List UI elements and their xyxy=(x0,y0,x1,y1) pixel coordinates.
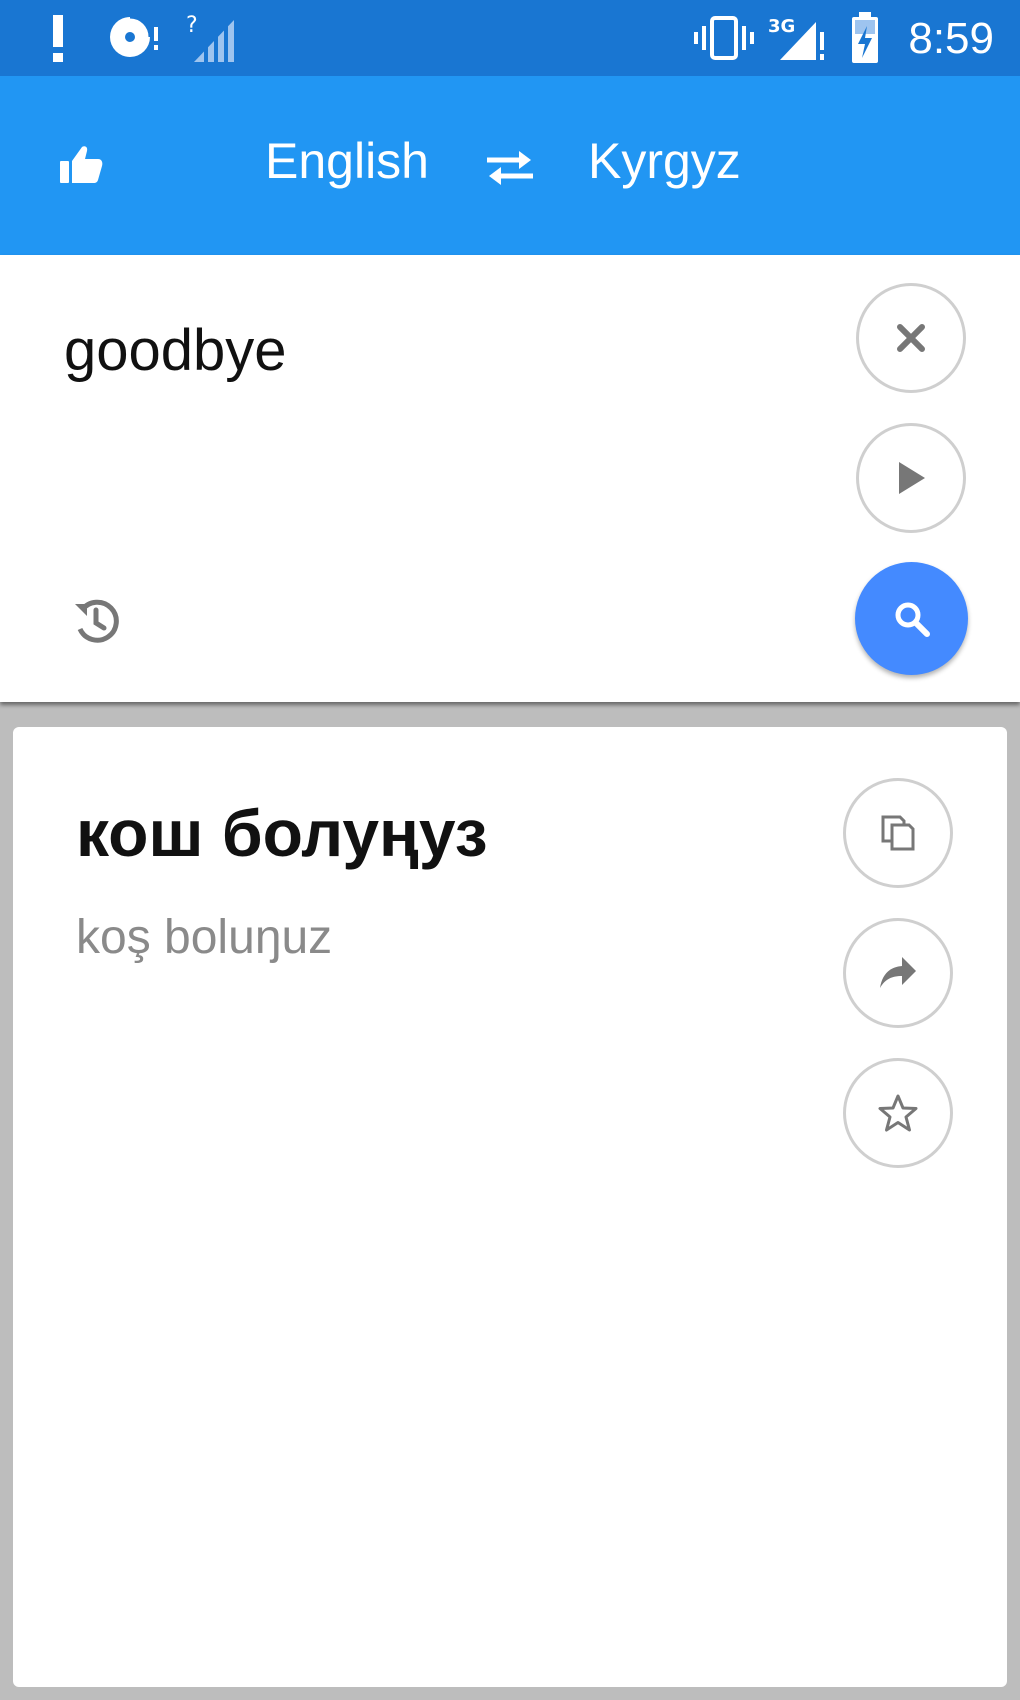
history-button[interactable] xyxy=(68,593,124,649)
swap-icon[interactable] xyxy=(478,136,542,200)
result-card: кош болуңуз koş boluŋuz xyxy=(13,727,1007,1687)
no-signal-icon: ? xyxy=(186,0,236,76)
favorite-button[interactable] xyxy=(843,1058,953,1168)
source-text-input[interactable]: goodbye xyxy=(64,317,287,384)
thumbs-up-icon[interactable] xyxy=(48,132,114,198)
star-icon xyxy=(878,1094,918,1132)
status-time: 8:59 xyxy=(908,14,994,63)
app-bar: English Kyrgyz xyxy=(0,76,1020,255)
signal-3g-icon: 3G xyxy=(768,0,828,76)
battery-charging-icon xyxy=(848,0,882,76)
target-language-button[interactable]: Kyrgyz xyxy=(588,76,741,255)
play-button[interactable] xyxy=(856,423,966,533)
clear-button[interactable] xyxy=(856,283,966,393)
input-panel: goodbye xyxy=(0,255,1020,702)
vibrate-icon xyxy=(692,0,756,76)
svg-text:?: ? xyxy=(186,13,198,38)
status-bar: ? 3G 8:59 xyxy=(0,0,1020,76)
history-icon xyxy=(75,599,119,643)
alert-icon xyxy=(40,0,76,76)
share-button[interactable] xyxy=(843,918,953,1028)
copy-icon xyxy=(881,815,915,851)
search-button[interactable] xyxy=(855,562,968,675)
share-icon xyxy=(880,957,916,988)
clear-icon xyxy=(897,324,925,352)
transliteration-text: koş boluŋuz xyxy=(76,911,333,964)
search-icon xyxy=(895,602,930,637)
copy-button[interactable] xyxy=(843,778,953,888)
translation-text: кош болуңуз xyxy=(76,796,488,870)
network-label: 3G xyxy=(768,16,795,37)
source-language-button[interactable]: English xyxy=(265,76,429,255)
sync-disc-icon xyxy=(104,0,164,76)
play-icon xyxy=(899,462,925,494)
